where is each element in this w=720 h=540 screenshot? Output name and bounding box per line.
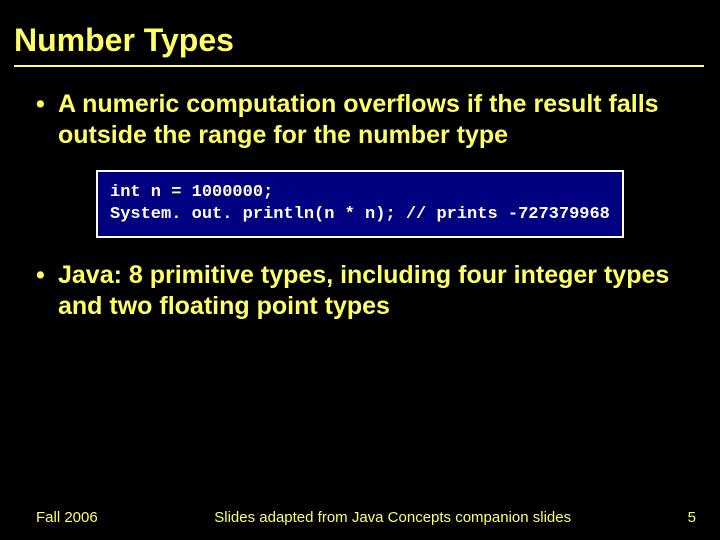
bullet-dot: • <box>36 89 58 120</box>
content-area: • A numeric computation overflows if the… <box>0 67 720 322</box>
footer-left: Fall 2006 <box>36 509 98 526</box>
slide: Number Types • A numeric computation ove… <box>0 0 720 540</box>
bullet-item: • Java: 8 primitive types, including fou… <box>36 260 684 323</box>
slide-title: Number Types <box>0 0 720 65</box>
bullet-item: • A numeric computation overflows if the… <box>36 89 684 152</box>
bullet-text: Java: 8 primitive types, including four … <box>58 260 684 323</box>
code-block: int n = 1000000; System. out. println(n … <box>96 170 624 238</box>
footer: Fall 2006 Slides adapted from Java Conce… <box>0 509 720 526</box>
bullet-dot: • <box>36 260 58 291</box>
footer-page-number: 5 <box>688 509 696 526</box>
bullet-text: A numeric computation overflows if the r… <box>58 89 684 152</box>
footer-center: Slides adapted from Java Concepts compan… <box>98 509 688 526</box>
